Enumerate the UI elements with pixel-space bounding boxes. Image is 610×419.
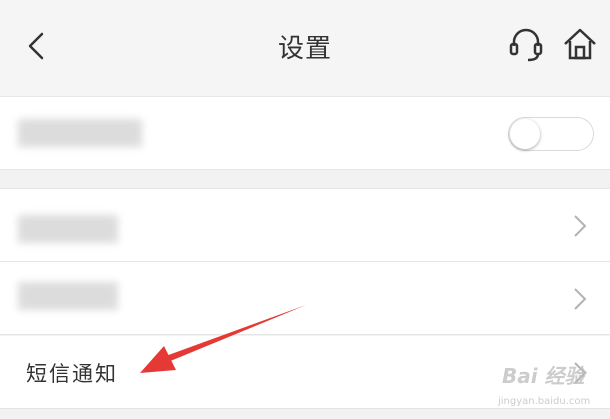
- app-header: 设置: [0, 0, 610, 97]
- settings-row[interactable]: [0, 262, 610, 335]
- sms-notification-label: 短信通知: [26, 362, 118, 386]
- settings-row-toggle: [0, 97, 610, 170]
- blurred-label: [18, 215, 118, 243]
- blurred-label: [18, 119, 142, 147]
- blurred-label: [18, 282, 118, 310]
- settings-row[interactable]: [0, 188, 610, 262]
- baidu-jingyan-watermark: Bai 经验 jingyan.baidu.com: [482, 346, 602, 412]
- chevron-right-icon: [574, 288, 587, 310]
- watermark-sub: jingyan.baidu.com: [498, 396, 591, 407]
- toggle-knob: [510, 119, 540, 149]
- toggle-switch[interactable]: [508, 117, 594, 151]
- chevron-right-icon: [574, 215, 587, 237]
- watermark-text: Bai 经验: [502, 364, 585, 388]
- headset-icon[interactable]: [506, 24, 546, 64]
- home-icon[interactable]: [560, 24, 600, 64]
